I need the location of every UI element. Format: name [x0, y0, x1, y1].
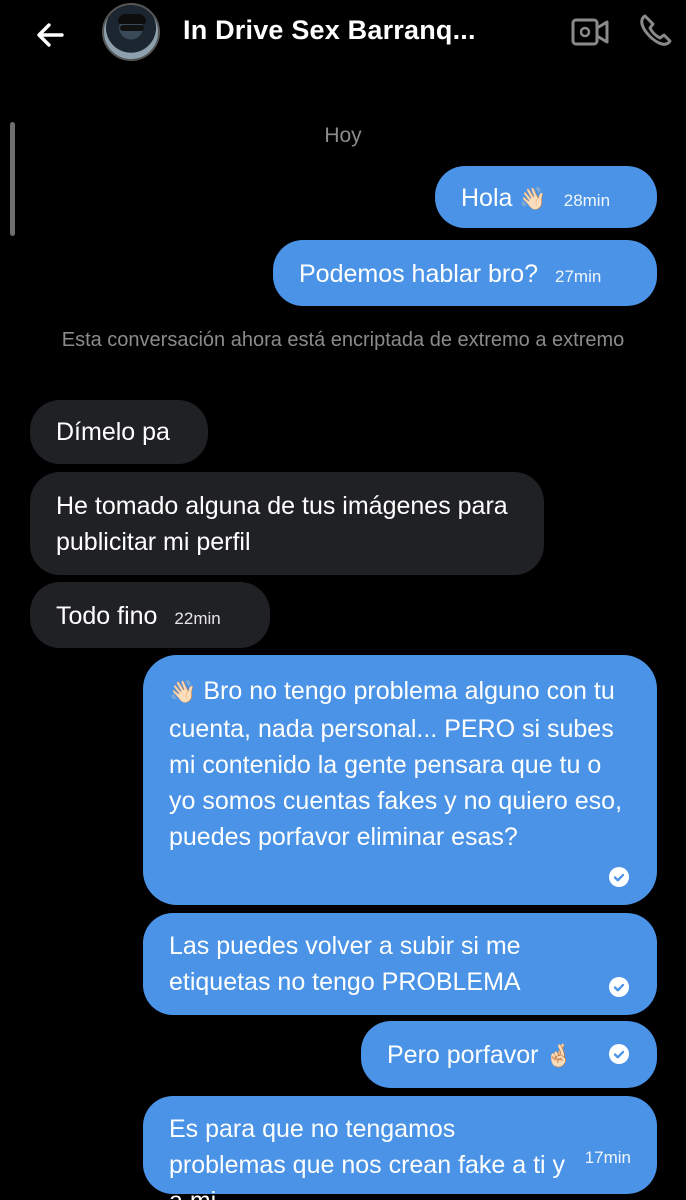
message-bubble-outgoing[interactable]: Pero porfavor 🤞🏻: [361, 1021, 657, 1088]
crossed-fingers-emoji-icon: 🤞🏻: [545, 1044, 573, 1069]
message-text: He tomado alguna de tus imágenes para pu…: [56, 492, 508, 556]
read-receipt-icon: [609, 977, 629, 997]
message-bubble-incoming[interactable]: Dímelo pa: [30, 400, 208, 464]
phone-call-icon[interactable]: [636, 10, 678, 52]
message-bubble-outgoing[interactable]: Hola 👋🏻 28min: [435, 166, 657, 228]
message-text: Dímelo pa: [56, 418, 170, 446]
avatar-hair: [118, 14, 146, 24]
message-bubble-outgoing[interactable]: Es para que no tengamos problemas que no…: [143, 1096, 657, 1200]
message-bubble-incoming[interactable]: Todo fino 22min: [30, 582, 270, 648]
back-arrow-icon[interactable]: [32, 14, 74, 56]
read-receipt-icon: [609, 867, 629, 887]
message-bubble-outgoing[interactable]: Las puedes volver a subir si me etiqueta…: [143, 913, 657, 1015]
encryption-notice: Esta conversación ahora está encriptada …: [61, 329, 625, 351]
video-call-icon[interactable]: [570, 14, 612, 50]
message-time: 22min: [174, 609, 221, 628]
message-text: Hola: [461, 184, 513, 212]
message-bubble-outgoing[interactable]: 👋🏻 Bro no tengo problema alguno con tu c…: [143, 655, 657, 905]
message-bubble-incoming[interactable]: He tomado alguna de tus imágenes para pu…: [30, 472, 544, 575]
contact-avatar[interactable]: [102, 3, 160, 61]
message-time: 17min: [584, 1148, 631, 1167]
day-separator: Hoy: [324, 124, 362, 147]
contact-name[interactable]: In Drive Sex Barranq...: [183, 15, 476, 46]
chat-header: In Drive Sex Barranq...: [0, 0, 686, 78]
read-receipt-icon: [609, 1044, 629, 1064]
message-time: 28min: [563, 191, 611, 210]
avatar-sunglasses: [120, 25, 144, 31]
message-text: Las puedes volver a subir si me etiqueta…: [169, 932, 521, 996]
waving-hand-emoji-icon: 👋🏻: [519, 187, 547, 212]
message-text: Bro no tengo problema alguno con tu cuen…: [169, 677, 623, 851]
waving-hand-emoji-icon: 👋🏻: [169, 680, 197, 705]
message-text: Podemos hablar bro?: [299, 260, 539, 288]
message-time: 27min: [555, 267, 602, 286]
message-bubble-outgoing[interactable]: Podemos hablar bro? 27min: [273, 240, 657, 306]
message-text: Todo fino: [56, 602, 158, 630]
message-text: Pero porfavor: [387, 1041, 539, 1069]
message-text: Es para que no tengamos problemas que no…: [169, 1115, 566, 1200]
